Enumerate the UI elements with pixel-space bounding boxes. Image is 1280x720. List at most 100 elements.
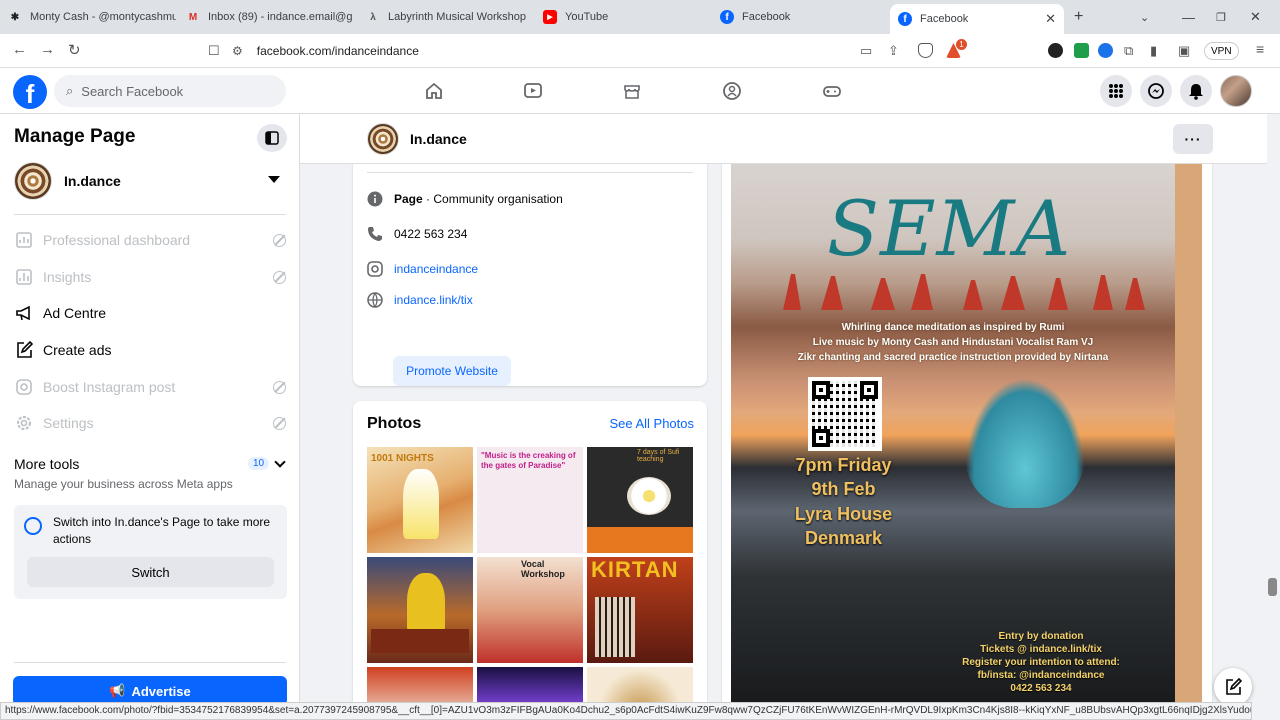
facebook-logo-letter: f xyxy=(25,79,35,109)
sidebar-item-professional-dashboard[interactable]: Professional dashboard xyxy=(14,225,288,255)
photo-thumb[interactable] xyxy=(367,667,473,706)
photo-thumb[interactable] xyxy=(587,667,693,706)
facebook-logo-icon[interactable]: f xyxy=(13,75,47,109)
browser-tab-strip: ✱ Monty Cash - @montycashmus M Inbox (89… xyxy=(0,0,1280,34)
menu-grid-icon[interactable] xyxy=(1100,75,1132,107)
marketplace-icon[interactable] xyxy=(620,79,644,103)
minimize-button[interactable]: — xyxy=(1182,0,1196,34)
photo-thumb[interactable]: Vocal Workshop xyxy=(477,557,583,663)
new-tab-button[interactable]: + xyxy=(1074,0,1090,34)
tab-facebook[interactable]: f Facebook xyxy=(720,0,870,34)
home-icon[interactable] xyxy=(422,79,446,103)
search-icon: ⌕ xyxy=(66,83,74,98)
url-field[interactable]: ⚙ facebook.com/indanceindance xyxy=(232,40,419,62)
page-avatar xyxy=(14,162,52,200)
scrollbar-thumb[interactable] xyxy=(1268,578,1277,596)
facebook-icon: f xyxy=(898,12,912,26)
page-header-name[interactable]: In.dance xyxy=(410,131,467,147)
photo-thumb[interactable]: 7 days of Sufi teaching xyxy=(587,447,693,553)
poster-footer-line: fb/insta: @indanceindance xyxy=(977,670,1105,681)
poster-footer-line: Entry by donation xyxy=(998,631,1084,642)
share-icon[interactable]: ⇪ xyxy=(888,43,899,59)
vpn-button[interactable]: VPN xyxy=(1204,42,1239,60)
menu-icon[interactable]: ≡ xyxy=(1256,41,1264,57)
page-avatar[interactable] xyxy=(367,123,399,155)
window-close-button[interactable]: ✕ xyxy=(1250,0,1264,34)
poster-footer-line: 0422 563 234 xyxy=(1010,683,1072,694)
phone-row: 0422 563 234 xyxy=(367,226,467,242)
youtube-icon: ▶ xyxy=(543,10,557,24)
site-settings-icon[interactable]: ⚙ xyxy=(232,44,243,58)
extensions-puzzle-icon[interactable]: ⧉ xyxy=(1124,43,1133,59)
website-link[interactable]: indance.link/tix xyxy=(394,293,473,307)
photo-thumb[interactable] xyxy=(367,557,473,663)
forward-icon[interactable]: → xyxy=(40,41,55,58)
instagram-link[interactable]: indanceindance xyxy=(394,262,478,276)
cast-icon[interactable]: ▭ xyxy=(860,43,872,59)
sidebar-item-settings[interactable]: Settings xyxy=(14,408,288,438)
video-icon[interactable] xyxy=(521,79,545,103)
more-tools-section[interactable]: More tools Manage your business across M… xyxy=(14,456,288,491)
address-bar: ← → ↻ ☐ ⚙ facebook.com/indanceindance ▭ … xyxy=(0,34,1280,68)
tab-title: Labyrinth Musical Workshop - xyxy=(388,11,526,23)
more-options-button[interactable]: ··· xyxy=(1173,124,1213,154)
tab-labyrinth[interactable]: λ Labyrinth Musical Workshop - xyxy=(366,0,526,34)
dashboard-icon xyxy=(14,230,34,250)
megaphone-icon: 📢 xyxy=(109,683,126,698)
disabled-icon xyxy=(273,233,286,247)
sidebar-item-ad-centre[interactable]: Ad Centre xyxy=(14,298,288,328)
tab-linktree[interactable]: ✱ Monty Cash - @montycashmus xyxy=(8,0,176,34)
extension-icon[interactable] xyxy=(1048,43,1063,58)
extension-icon[interactable] xyxy=(1074,43,1089,58)
new-message-button[interactable] xyxy=(1214,668,1252,706)
see-all-photos-link[interactable]: See All Photos xyxy=(609,416,694,431)
search-placeholder: Search Facebook xyxy=(81,83,184,99)
bookmark-icon[interactable]: ☐ xyxy=(208,43,220,59)
sidebar-icon[interactable]: ▮ xyxy=(1150,43,1157,59)
messenger-icon[interactable] xyxy=(1140,75,1172,107)
collapse-sidebar-icon[interactable] xyxy=(257,124,287,152)
tab-youtube[interactable]: ▶ YouTube xyxy=(543,0,693,34)
disabled-icon xyxy=(273,270,286,284)
sidebar-item-create-ads[interactable]: Create ads xyxy=(14,335,288,365)
sidebar-item-boost-instagram[interactable]: Boost Instagram post xyxy=(14,372,288,402)
qr-finder xyxy=(812,429,830,447)
tab-search-icon[interactable]: ⌄ xyxy=(1140,0,1154,34)
maximize-button[interactable]: ❐ xyxy=(1216,0,1230,34)
brave-shield-icon[interactable] xyxy=(918,43,933,58)
poster-line: Whirling dance meditation as inspired by… xyxy=(841,322,1065,333)
status-bar: https://www.facebook.com/photo/?fbid=353… xyxy=(0,702,1252,720)
more-tools-badge: 10 xyxy=(248,457,270,470)
wallet-icon[interactable]: ▣ xyxy=(1178,43,1190,59)
reload-icon[interactable]: ↻ xyxy=(68,41,81,59)
notifications-bell-icon[interactable] xyxy=(1180,75,1212,107)
facebook-icon: f xyxy=(720,10,734,24)
groups-icon[interactable] xyxy=(720,79,744,103)
promote-website-button[interactable]: Promote Website xyxy=(393,356,511,386)
poster-footer-line: Register your intention to attend: xyxy=(962,657,1120,668)
photo-thumb[interactable]: KIRTAN xyxy=(587,557,693,663)
sidebar-item-insights[interactable]: Insights xyxy=(14,262,288,292)
poster-line: Zikr chanting and sacred practice instru… xyxy=(797,352,1109,363)
more-tools-subtitle: Manage your business across Meta apps xyxy=(14,477,233,491)
close-tab-icon[interactable]: ✕ xyxy=(1045,11,1056,27)
divider xyxy=(14,214,286,215)
gaming-icon[interactable] xyxy=(820,79,844,103)
tab-gmail[interactable]: M Inbox (89) - indance.email@gm xyxy=(186,0,352,34)
search-input[interactable]: ⌕ Search Facebook xyxy=(54,75,286,107)
page-switcher[interactable]: In.dance xyxy=(14,162,286,200)
poster-date-line: 9th Feb xyxy=(811,479,876,499)
photo-thumb[interactable]: "Music is the creaking of the gates of P… xyxy=(477,447,583,553)
extension-icon[interactable] xyxy=(1098,43,1113,58)
photo-caption: Vocal Workshop xyxy=(521,559,565,579)
tab-facebook-active[interactable]: f Facebook ✕ xyxy=(890,4,1064,34)
back-icon[interactable]: ← xyxy=(12,41,27,58)
qr-finder xyxy=(860,381,878,399)
photo-thumb[interactable] xyxy=(477,667,583,706)
profile-avatar[interactable] xyxy=(1220,75,1252,107)
photo-thumb[interactable]: 1001 NIGHTS xyxy=(367,447,473,553)
event-poster[interactable]: SEMA Whirling dance meditation as inspir… xyxy=(731,164,1202,706)
gmail-icon: M xyxy=(188,11,198,23)
edit-icon xyxy=(14,340,34,360)
switch-button[interactable]: Switch xyxy=(27,557,274,587)
